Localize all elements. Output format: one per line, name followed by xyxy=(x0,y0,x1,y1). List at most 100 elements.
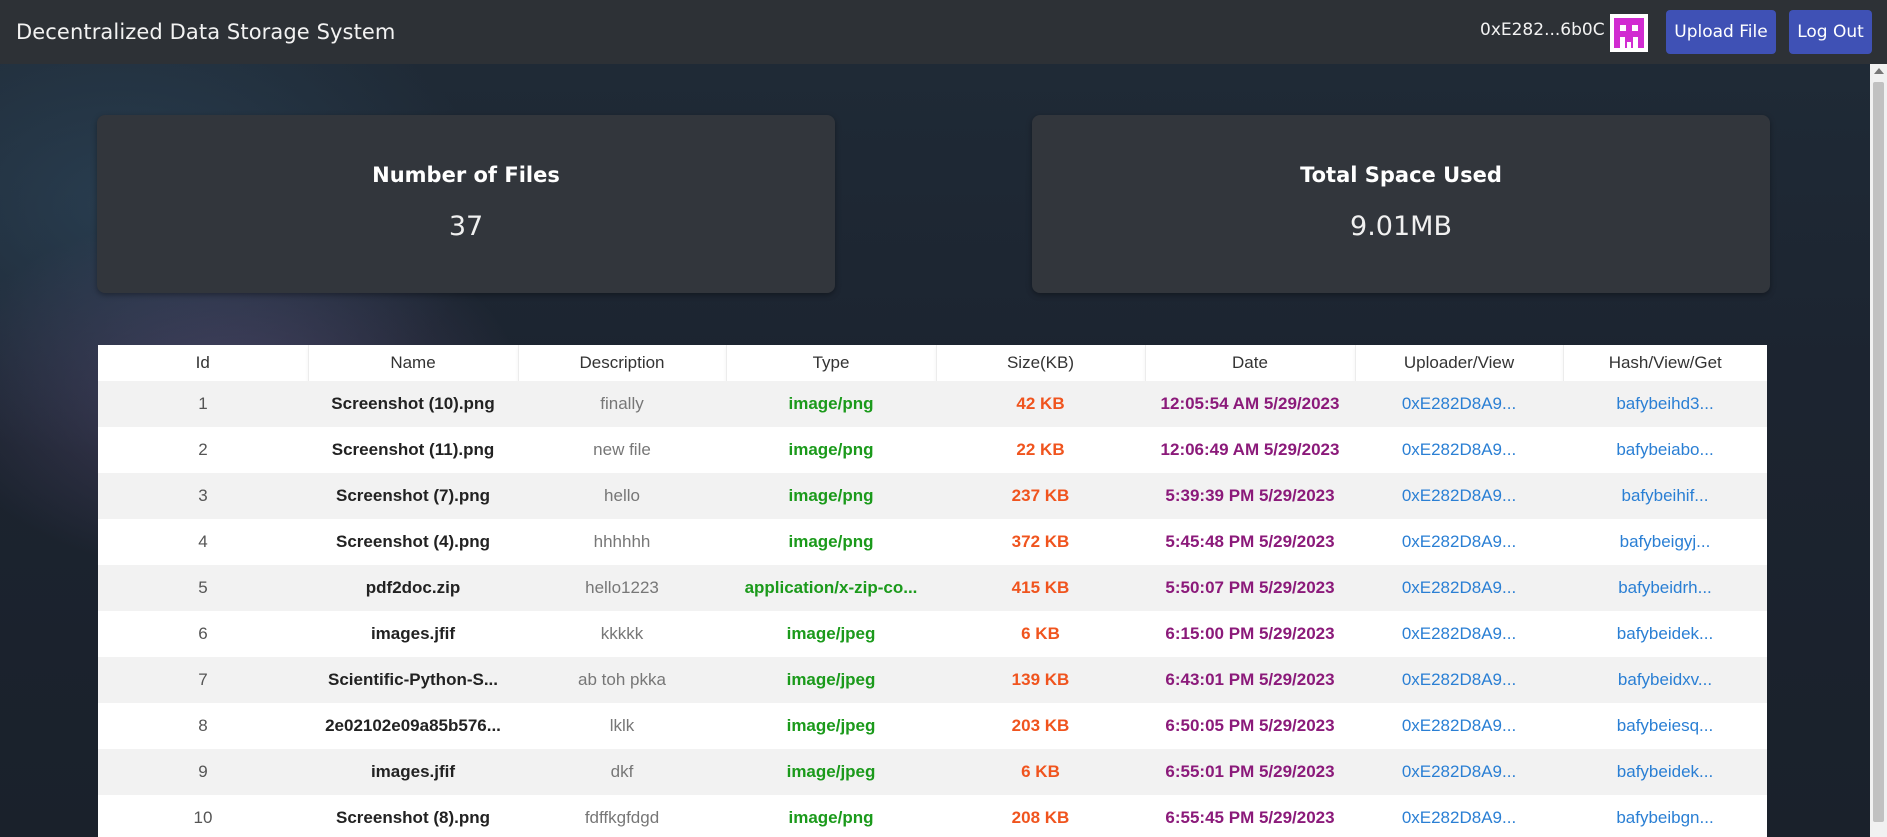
identicon-avatar-icon xyxy=(1614,18,1644,48)
hash-link[interactable]: bafybeiesq... xyxy=(1563,703,1767,749)
table-row: 10 Screenshot (8).png fdffkgfdgd image/png 2… xyxy=(98,795,1767,837)
cell-type: image/jpeg xyxy=(726,611,936,657)
table-row: 6 images.jfif kkkkk image/jpeg 6 KB 6:15:00 P… xyxy=(98,611,1767,657)
hash-link[interactable]: bafybeigyj... xyxy=(1563,519,1767,565)
hash-link[interactable]: bafybeihif... xyxy=(1563,473,1767,519)
cell-date: 12:06:49 AM 5/29/2023 xyxy=(1145,427,1355,473)
column-header-size: Size(KB) xyxy=(936,345,1146,381)
cell-description: kkkkk xyxy=(518,611,726,657)
cell-size: 139 KB xyxy=(936,657,1145,703)
table-row: 5 pdf2doc.zip hello1223 application/x-zip-c… xyxy=(98,565,1767,611)
hash-link[interactable]: bafybeidxv... xyxy=(1563,657,1767,703)
column-header-type: Type xyxy=(726,345,937,381)
files-table-container: Id Name Description Type Size(KB) Date U… xyxy=(98,345,1767,837)
uploader-link[interactable]: 0xE282D8A9... xyxy=(1355,703,1563,749)
column-header-id: Id xyxy=(98,345,309,381)
cell-description: fdffkgfdgd xyxy=(518,795,726,837)
app-title: Decentralized Data Storage System xyxy=(16,20,396,44)
cell-size: 6 KB xyxy=(936,611,1145,657)
cell-date: 5:45:48 PM 5/29/2023 xyxy=(1145,519,1355,565)
table-body: 1 Screenshot (10).png finally image/png 42 K… xyxy=(98,381,1767,837)
log-out-button[interactable]: Log Out xyxy=(1789,10,1872,54)
hash-link[interactable]: bafybeidrh... xyxy=(1563,565,1767,611)
cell-description: hello xyxy=(518,473,726,519)
cell-size: 42 KB xyxy=(936,381,1145,427)
hash-link[interactable]: bafybeihd3... xyxy=(1563,381,1767,427)
cell-description: hello1223 xyxy=(518,565,726,611)
cell-type: image/png xyxy=(726,795,936,837)
space-used-value: 9.01MB xyxy=(1350,211,1452,242)
cell-size: 237 KB xyxy=(936,473,1145,519)
cell-date: 5:50:07 PM 5/29/2023 xyxy=(1145,565,1355,611)
cell-name: Screenshot (4).png xyxy=(308,519,518,565)
uploader-link[interactable]: 0xE282D8A9... xyxy=(1355,381,1563,427)
cell-type: image/png xyxy=(726,519,936,565)
column-header-description: Description xyxy=(518,345,727,381)
uploader-link[interactable]: 0xE282D8A9... xyxy=(1355,427,1563,473)
cell-size: 203 KB xyxy=(936,703,1145,749)
hash-link[interactable]: bafybeibgn... xyxy=(1563,795,1767,837)
uploader-link[interactable]: 0xE282D8A9... xyxy=(1355,473,1563,519)
uploader-link[interactable]: 0xE282D8A9... xyxy=(1355,519,1563,565)
cell-name: Screenshot (10).png xyxy=(308,381,518,427)
files-count-title: Number of Files xyxy=(372,163,560,187)
cell-date: 6:15:00 PM 5/29/2023 xyxy=(1145,611,1355,657)
column-header-name: Name xyxy=(308,345,519,381)
cell-id: 1 xyxy=(98,381,308,427)
table-row: 7 Scientific-Python-S... ab toh pkka image/… xyxy=(98,657,1767,703)
cell-name: images.jfif xyxy=(308,749,518,795)
files-table: Id Name Description Type Size(KB) Date U… xyxy=(98,345,1767,837)
cell-size: 372 KB xyxy=(936,519,1145,565)
uploader-link[interactable]: 0xE282D8A9... xyxy=(1355,565,1563,611)
cell-name: Scientific-Python-S... xyxy=(308,657,518,703)
cell-name: images.jfif xyxy=(308,611,518,657)
cell-type: image/png xyxy=(726,381,936,427)
cell-name: Screenshot (11).png xyxy=(308,427,518,473)
cell-type: application/x-zip-co... xyxy=(726,565,936,611)
cell-description: ab toh pkka xyxy=(518,657,726,703)
uploader-link[interactable]: 0xE282D8A9... xyxy=(1355,611,1563,657)
table-row: 4 Screenshot (4).png hhhhhh image/png 372 KB… xyxy=(98,519,1767,565)
cell-id: 6 xyxy=(98,611,308,657)
cell-name: Screenshot (7).png xyxy=(308,473,518,519)
upload-file-button[interactable]: Upload File xyxy=(1666,10,1776,54)
cell-description: dkf xyxy=(518,749,726,795)
cell-date: 6:55:45 PM 5/29/2023 xyxy=(1145,795,1355,837)
column-header-date: Date xyxy=(1145,345,1356,381)
files-count-card: Number of Files 37 xyxy=(97,115,835,293)
scroll-up-arrow-icon[interactable] xyxy=(1874,68,1884,74)
cell-type: image/png xyxy=(726,473,936,519)
uploader-link[interactable]: 0xE282D8A9... xyxy=(1355,749,1563,795)
hash-link[interactable]: bafybeidek... xyxy=(1563,611,1767,657)
space-used-title: Total Space Used xyxy=(1300,163,1502,187)
column-header-uploader: Uploader/View xyxy=(1355,345,1564,381)
table-row: 2 Screenshot (11).png new file image/png 22 … xyxy=(98,427,1767,473)
account-address: 0xE282...6b0C xyxy=(1480,20,1605,40)
cell-size: 208 KB xyxy=(936,795,1145,837)
table-row: 1 Screenshot (10).png finally image/png 42 K… xyxy=(98,381,1767,427)
cell-date: 5:39:39 PM 5/29/2023 xyxy=(1145,473,1355,519)
cell-type: image/png xyxy=(726,427,936,473)
cell-id: 4 xyxy=(98,519,308,565)
page-scrollbar[interactable] xyxy=(1870,64,1887,837)
cell-id: 3 xyxy=(98,473,308,519)
cell-date: 6:55:01 PM 5/29/2023 xyxy=(1145,749,1355,795)
table-row: 8 2e02102e09a85b576... lklk image/jpeg 203 K… xyxy=(98,703,1767,749)
cell-name: Screenshot (8).png xyxy=(308,795,518,837)
column-header-hash: Hash/View/Get xyxy=(1563,345,1767,381)
scrollbar-thumb[interactable] xyxy=(1873,82,1884,822)
table-row: 9 images.jfif dkf image/jpeg 6 KB 6:55:01 PM … xyxy=(98,749,1767,795)
cell-name: 2e02102e09a85b576... xyxy=(308,703,518,749)
cell-description: new file xyxy=(518,427,726,473)
cell-id: 10 xyxy=(98,795,308,837)
hash-link[interactable]: bafybeidek... xyxy=(1563,749,1767,795)
uploader-link[interactable]: 0xE282D8A9... xyxy=(1355,795,1563,837)
uploader-link[interactable]: 0xE282D8A9... xyxy=(1355,657,1563,703)
space-used-card: Total Space Used 9.01MB xyxy=(1032,115,1770,293)
cell-size: 22 KB xyxy=(936,427,1145,473)
cell-name: pdf2doc.zip xyxy=(308,565,518,611)
hash-link[interactable]: bafybeiabo... xyxy=(1563,427,1767,473)
avatar xyxy=(1610,14,1648,52)
cell-description: finally xyxy=(518,381,726,427)
cell-id: 9 xyxy=(98,749,308,795)
